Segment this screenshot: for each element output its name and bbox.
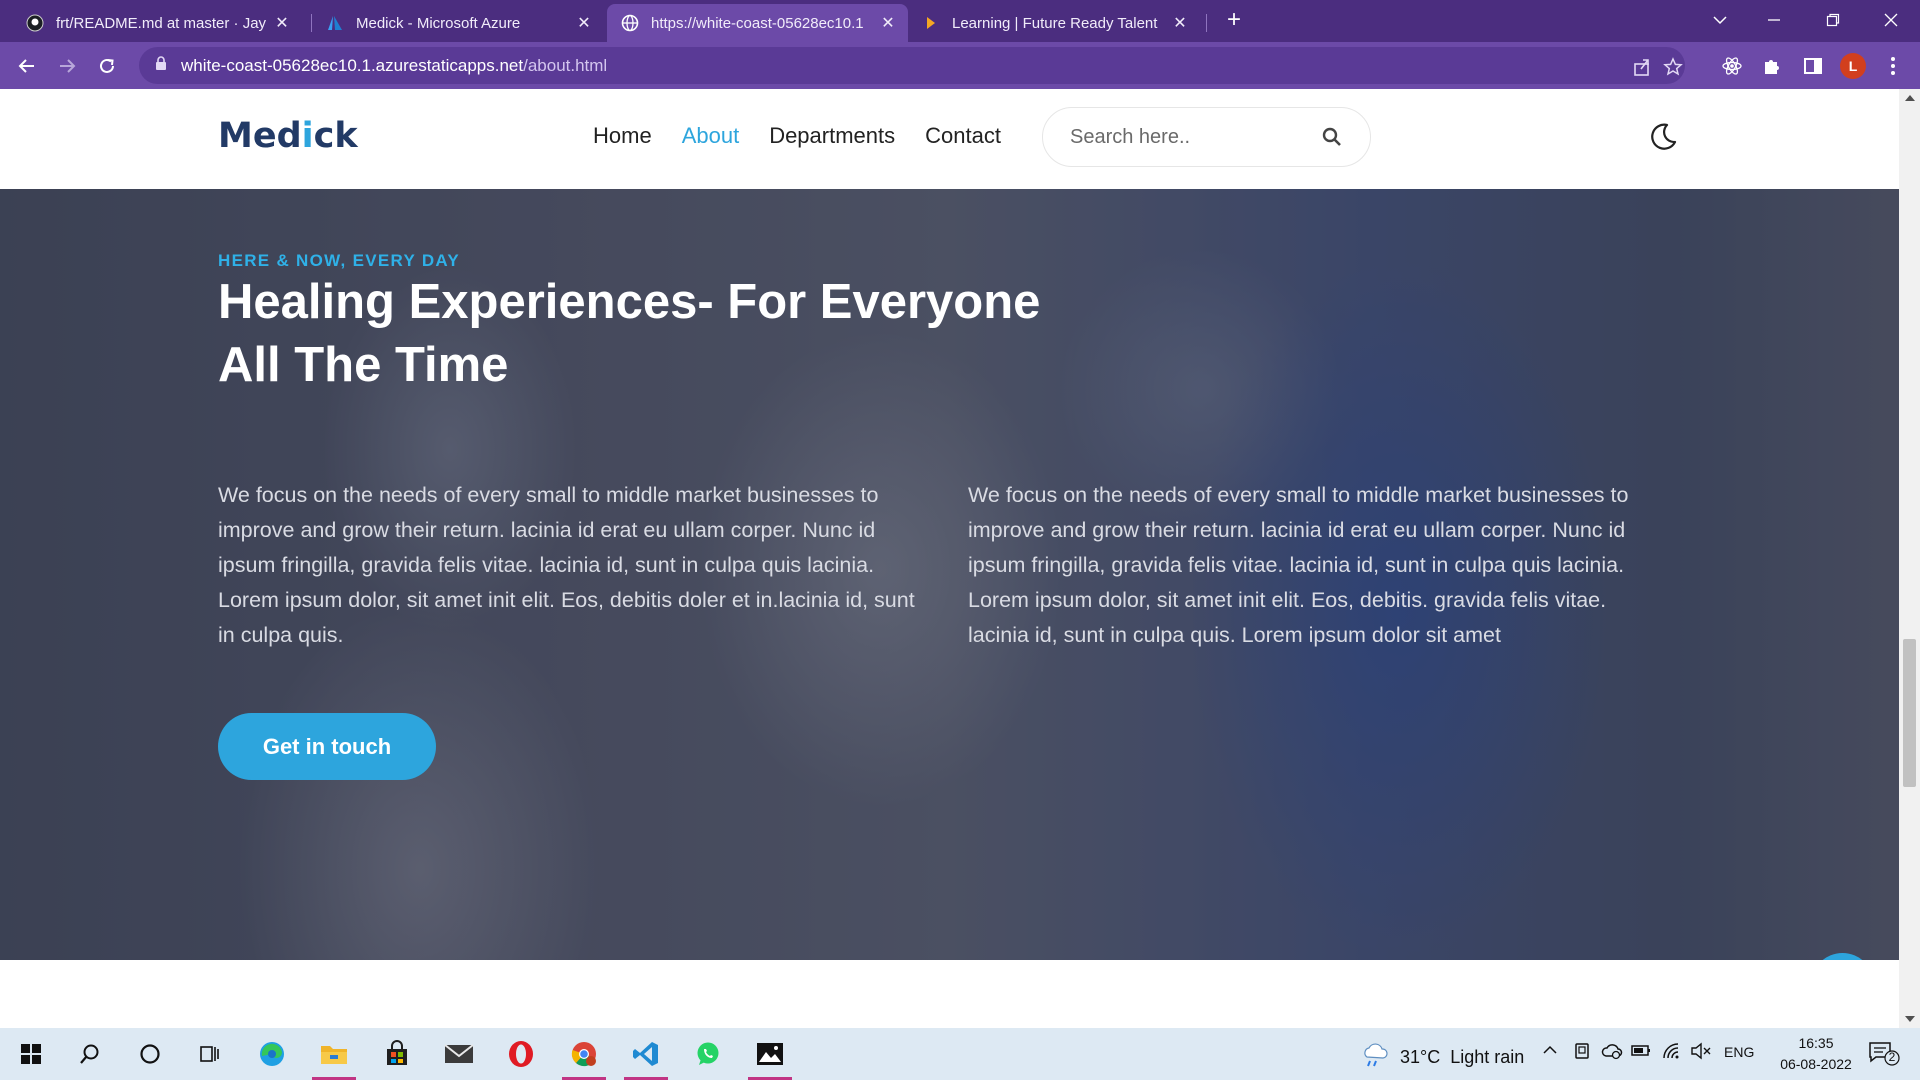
hero-paragraph-left: We focus on the needs of every small to … — [218, 483, 915, 647]
tab-title: https://white-coast-05628ec10.1 — [651, 14, 864, 32]
notification-count: 2 — [1888, 1050, 1896, 1064]
forward-arrow-icon[interactable] — [51, 50, 83, 82]
hero-paragraph-right: We focus on the needs of every small to … — [968, 483, 1629, 647]
browser-menu-icon[interactable] — [1880, 53, 1906, 79]
search-icon[interactable] — [1322, 127, 1342, 152]
language-indicator[interactable]: ENG — [1724, 1044, 1754, 1060]
chevron-up-icon[interactable] — [1542, 1042, 1558, 1061]
logo-accent: i — [301, 116, 314, 156]
search-box — [1042, 107, 1371, 167]
extensions-puzzle-icon[interactable] — [1759, 53, 1785, 79]
tab-separator — [1206, 14, 1207, 32]
reload-icon[interactable] — [91, 50, 123, 82]
logo-text-end: ck — [313, 116, 358, 156]
tab-title: frt/README.md at master · Jayala — [56, 14, 266, 32]
site-header: Medick Home About Departments Contact — [0, 89, 1899, 189]
nav-about[interactable]: About — [682, 123, 740, 149]
url-path: /about.html — [523, 55, 608, 75]
tab-title: Learning | Future Ready Talent — [952, 14, 1158, 32]
tab-title: Medick - Microsoft Azure — [356, 14, 521, 32]
cortana-icon[interactable] — [123, 1028, 177, 1080]
tab-current-site[interactable]: https://white-coast-05628ec10.1 ✕ — [607, 4, 908, 42]
address-bar[interactable]: white-coast-05628ec10.1.azurestaticapps.… — [139, 47, 1685, 84]
browser-tab-bar: frt/README.md at master · Jayala ✕ Medic… — [0, 0, 1920, 42]
search-taskbar-icon[interactable] — [63, 1028, 117, 1080]
nav-departments[interactable]: Departments — [769, 123, 895, 149]
nav-contact[interactable]: Contact — [925, 123, 1001, 149]
close-icon[interactable]: ✕ — [1170, 13, 1190, 33]
get-in-touch-button[interactable]: Get in touch — [218, 713, 436, 780]
task-view-icon[interactable] — [183, 1028, 237, 1080]
side-panel-icon[interactable] — [1800, 53, 1826, 79]
minimize-button[interactable] — [1754, 6, 1794, 34]
restore-button[interactable] — [1813, 6, 1853, 34]
learning-icon — [922, 14, 940, 32]
clock-date: 06-08-2022 — [1780, 1056, 1852, 1072]
weather-widget[interactable]: 31°C Light rain — [1360, 1042, 1524, 1073]
scrollbar-thumb[interactable] — [1903, 639, 1916, 787]
volume-muted-icon[interactable] — [1690, 1042, 1712, 1063]
hero-section: HERE & NOW, EVERY DAY Healing Experience… — [0, 189, 1899, 960]
photos-app-icon[interactable] — [743, 1028, 797, 1080]
page-viewport: Medick Home About Departments Contact HE… — [0, 89, 1899, 1028]
wifi-icon[interactable] — [1662, 1042, 1682, 1063]
start-windows-icon[interactable] — [4, 1028, 58, 1080]
tab-learning[interactable]: Learning | Future Ready Talent ✕ — [908, 4, 1200, 42]
tab-github[interactable]: frt/README.md at master · Jayala ✕ — [12, 4, 302, 42]
opera-browser-icon[interactable] — [494, 1028, 548, 1080]
new-tab-button[interactable]: + — [1220, 8, 1248, 34]
notification-center-icon[interactable]: 2 — [1868, 1040, 1902, 1073]
nav-home[interactable]: Home — [593, 123, 652, 149]
back-arrow-icon[interactable] — [11, 50, 43, 82]
battery-icon[interactable] — [1631, 1042, 1651, 1061]
dark-mode-moon-icon[interactable] — [1648, 122, 1678, 157]
github-icon — [26, 14, 44, 32]
url-host: white-coast-05628ec10.1.azurestaticapps.… — [181, 55, 524, 75]
mail-icon[interactable] — [432, 1028, 486, 1080]
share-icon[interactable] — [1631, 56, 1653, 78]
weather-description: Light rain — [1450, 1047, 1525, 1067]
tab-search-icon[interactable] — [1700, 6, 1740, 34]
react-devtools-icon[interactable] — [1719, 53, 1745, 79]
chrome-browser-icon[interactable] — [557, 1028, 611, 1080]
main-nav: Home About Departments Contact — [593, 123, 1001, 149]
globe-icon — [621, 14, 639, 32]
site-logo[interactable]: Medick — [218, 116, 358, 156]
lock-icon[interactable] — [155, 56, 167, 75]
tablet-icon[interactable] — [1574, 1042, 1590, 1063]
weather-temperature: 31°C — [1400, 1047, 1441, 1067]
logo-text: Med — [218, 116, 302, 156]
scroll-down-icon[interactable] — [1905, 1016, 1915, 1022]
vscode-icon[interactable] — [619, 1028, 673, 1080]
windows-taskbar: 31°C Light rain ENG 16:35 06-08-2022 2 — [0, 1028, 1920, 1080]
rain-cloud-icon — [1360, 1042, 1390, 1073]
profile-avatar[interactable]: L — [1840, 53, 1866, 79]
scroll-up-icon[interactable] — [1905, 95, 1915, 101]
azure-icon — [326, 14, 344, 32]
system-clock[interactable]: 16:35 06-08-2022 — [1770, 1033, 1862, 1075]
close-icon[interactable]: ✕ — [878, 13, 898, 33]
clock-time: 16:35 — [1798, 1035, 1834, 1051]
whatsapp-icon[interactable] — [681, 1028, 735, 1080]
hero-eyebrow: HERE & NOW, EVERY DAY — [218, 251, 461, 270]
close-window-button[interactable] — [1871, 6, 1911, 34]
close-icon[interactable]: ✕ — [272, 13, 292, 33]
page-scrollbar[interactable] — [1899, 89, 1920, 1028]
browser-toolbar: white-coast-05628ec10.1.azurestaticapps.… — [0, 42, 1920, 89]
bookmark-star-icon[interactable] — [1662, 56, 1684, 78]
hero-headline: Healing Experiences- For Everyone All Th… — [218, 275, 1041, 392]
url-text: white-coast-05628ec10.1.azurestaticapps.… — [181, 56, 607, 76]
tab-azure[interactable]: Medick - Microsoft Azure ✕ — [312, 4, 604, 42]
edge-browser-icon[interactable] — [245, 1028, 299, 1080]
close-icon[interactable]: ✕ — [574, 13, 594, 33]
microsoft-store-icon[interactable] — [370, 1028, 424, 1080]
onedrive-cloud-icon[interactable] — [1601, 1042, 1623, 1063]
file-explorer-icon[interactable] — [307, 1028, 361, 1080]
search-input[interactable] — [1070, 125, 1310, 149]
